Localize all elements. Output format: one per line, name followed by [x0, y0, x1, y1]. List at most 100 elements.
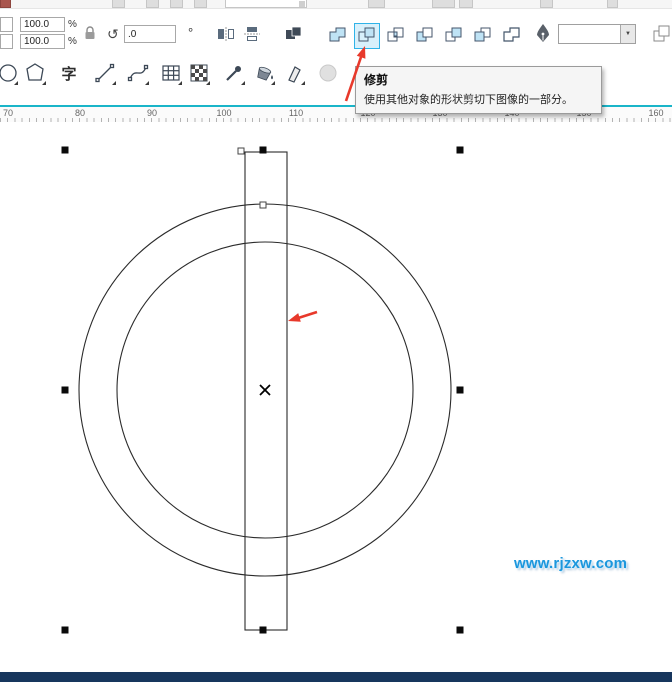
watermark-text: www.rjzxw.com — [514, 555, 627, 572]
outline-width-value[interactable] — [559, 25, 620, 43]
chevron-down-icon — [299, 1, 305, 7]
degree-label: ° — [188, 25, 193, 40]
mirror-horizontal-button[interactable] — [214, 23, 238, 47]
inactive-tool-button[interactable] — [315, 61, 341, 87]
selection-center-marker[interactable] — [260, 385, 270, 395]
graph-paper-tool-button[interactable] — [158, 61, 184, 87]
create-boundary-button[interactable] — [499, 23, 525, 49]
bezier-tool-button[interactable] — [125, 61, 151, 87]
scale-y-field[interactable] — [20, 34, 65, 49]
clipped-icon — [459, 0, 473, 8]
intersect-button[interactable] — [383, 23, 409, 49]
pattern-fill-tool-button[interactable] — [186, 61, 212, 87]
polygon-tool-button[interactable] — [22, 61, 48, 87]
ruler-label: 70 — [3, 108, 13, 118]
percent-label: % — [68, 36, 77, 47]
flyout-arrow-icon — [178, 81, 182, 85]
handle-mid-left[interactable] — [62, 387, 69, 394]
taskbar-strip — [0, 672, 672, 682]
selection-handles[interactable] — [62, 147, 464, 634]
clipped-icon — [607, 0, 618, 8]
clipped-icon — [112, 0, 125, 8]
flyout-arrow-icon — [145, 81, 149, 85]
clipped-zoom-combobox[interactable] — [225, 0, 307, 8]
freehand-tool-button[interactable] — [92, 61, 118, 87]
smart-fill-tool-button[interactable] — [281, 61, 307, 87]
ellipse-node[interactable] — [260, 202, 266, 208]
clipped-icon — [170, 0, 183, 8]
clipped-icon — [146, 0, 159, 8]
flyout-arrow-icon — [271, 81, 275, 85]
back-minus-front-button[interactable] — [470, 23, 496, 49]
pen-nib-icon — [533, 22, 553, 47]
text-tool-icon: 字 — [61, 67, 76, 82]
clipped-icon — [194, 0, 207, 8]
padlock-icon — [82, 24, 98, 45]
front-minus-back-icon — [445, 27, 463, 46]
tooltip-title: 修剪 — [364, 71, 593, 88]
mirror-vertical-button[interactable] — [240, 23, 264, 47]
ruler-label: 160 — [648, 108, 663, 118]
outline-pen-button[interactable] — [532, 19, 554, 49]
chevron-down-icon[interactable]: ▼ — [620, 25, 635, 43]
eyedropper-tool-button[interactable] — [221, 61, 247, 87]
handle-bottom-center[interactable] — [260, 627, 267, 634]
red-arrow-annotation — [288, 312, 317, 322]
lock-ratio-button[interactable] — [80, 23, 100, 45]
flyout-arrow-icon — [14, 81, 18, 85]
flyout-arrow-icon — [301, 81, 305, 85]
overlap-squares-icon — [653, 25, 671, 46]
handle-bottom-right[interactable] — [457, 627, 464, 634]
tooltip-description: 使用其他对象的形状剪切下图像的一部分。 — [364, 91, 593, 107]
mirror-horizontal-icon — [217, 26, 235, 45]
drawing-canvas[interactable]: www.rjzxw.com — [0, 122, 672, 672]
handle-mid-right[interactable] — [457, 387, 464, 394]
scale-x-field[interactable] — [20, 17, 65, 32]
property-bar: % % ↺ ° — [0, 9, 672, 56]
clipped-icon — [432, 0, 455, 8]
text-tool-button[interactable]: 字 — [56, 61, 82, 87]
gray-circle-icon — [316, 61, 340, 88]
ruler-label: 90 — [147, 108, 157, 118]
mirror-vertical-icon — [243, 26, 261, 45]
flyout-arrow-icon — [241, 81, 245, 85]
flyout-arrow-icon — [206, 81, 210, 85]
weld-icon — [329, 27, 347, 46]
fill-tool-button[interactable] — [251, 61, 277, 87]
weld-button[interactable] — [325, 23, 351, 49]
gear-icon — [540, 0, 553, 8]
combine-button[interactable] — [281, 23, 307, 47]
front-minus-back-button[interactable] — [441, 23, 467, 49]
ellipse-tool-button[interactable] — [0, 61, 20, 87]
trim-button[interactable] — [354, 23, 380, 49]
back-minus-front-icon — [474, 27, 492, 46]
boundary-icon — [503, 27, 521, 46]
handle-top-left[interactable] — [62, 147, 69, 154]
handle-top-center[interactable] — [260, 147, 267, 154]
ruler-label: 100 — [216, 108, 231, 118]
percent-label: % — [68, 19, 77, 30]
clipped-icon — [368, 0, 385, 8]
ruler-label: 110 — [289, 108, 303, 118]
handle-bottom-left[interactable] — [62, 627, 69, 634]
ruler-label: 80 — [75, 108, 85, 118]
rotation-angle-field[interactable] — [124, 25, 176, 43]
object-size-field-clipped[interactable] — [0, 34, 13, 49]
flyout-arrow-icon — [42, 81, 46, 85]
simplify-icon — [416, 27, 434, 46]
rectangle-node[interactable] — [238, 148, 244, 154]
intersect-icon — [387, 27, 405, 46]
outline-width-combobox[interactable]: ▼ — [558, 24, 636, 44]
clipped-right-button[interactable] — [651, 22, 672, 48]
trim-icon — [358, 27, 376, 46]
clipped-toolbar-row — [0, 0, 672, 9]
object-size-field-clipped[interactable] — [0, 17, 13, 32]
flyout-arrow-icon — [112, 81, 116, 85]
clipped-icon — [0, 0, 11, 8]
trim-tooltip: 修剪 使用其他对象的形状剪切下图像的一部分。 — [355, 66, 602, 114]
app-window: % % ↺ ° — [0, 0, 672, 682]
rotate-icon: ↺ — [107, 27, 119, 41]
handle-top-right[interactable] — [457, 147, 464, 154]
simplify-button[interactable] — [412, 23, 438, 49]
combine-icon — [285, 26, 303, 45]
